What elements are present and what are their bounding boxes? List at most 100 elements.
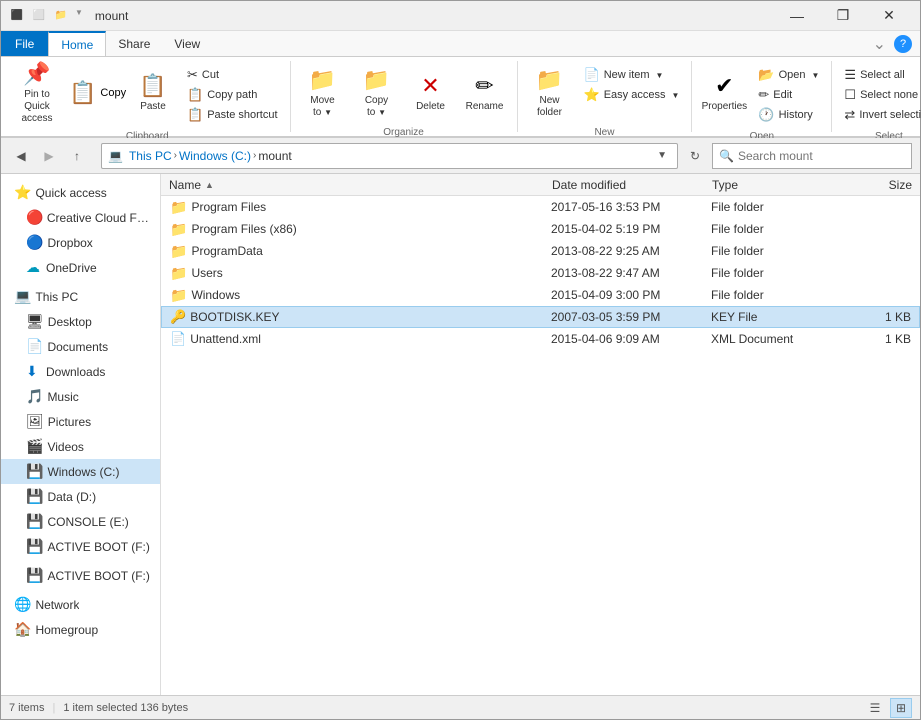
move-to-button[interactable]: 📁 Moveto ▼ xyxy=(297,65,349,121)
maximize-button[interactable]: ❐ xyxy=(820,1,866,31)
col-name[interactable]: Name ▲ xyxy=(169,178,552,192)
open-items: ✔ Properties 📂 Open ▼ ✏ Edit 🕐 xyxy=(698,61,825,129)
open-button[interactable]: 📂 Open ▼ xyxy=(752,65,825,85)
clipboard-items: 📌 Pin to Quickaccess 📋 Copy 📋 Paste xyxy=(11,61,284,129)
sidebar-item-documents[interactable]: 📄 Documents xyxy=(1,334,160,359)
select-none-button[interactable]: ☐ Select none xyxy=(838,85,921,105)
table-row[interactable]: 📁 Users 2013-08-22 9:47 AM File folder xyxy=(161,262,920,284)
sidebar-item-dropbox[interactable]: 🔵 Dropbox xyxy=(1,230,160,255)
history-button[interactable]: 🕐 History xyxy=(752,105,825,125)
copy-to-icon: 📁 xyxy=(363,67,390,93)
quick-access-icon: ⭐ xyxy=(14,184,31,201)
sidebar-item-data-d[interactable]: 💾 Data (D:) xyxy=(1,484,160,509)
sidebar-item-music[interactable]: 🎵 Music xyxy=(1,384,160,409)
address-dropdown-icon[interactable]: ▼ xyxy=(653,150,671,161)
cut-button[interactable]: ✂ Cut xyxy=(181,65,284,85)
sidebar-item-creative-cloud[interactable]: 🔴 Creative Cloud Files xyxy=(1,205,160,230)
folder-row-icon: 📁 xyxy=(170,287,187,304)
forward-button[interactable]: ▶ xyxy=(37,144,61,168)
sidebar-item-console-e[interactable]: 💾 CONSOLE (E:) xyxy=(1,509,160,534)
network-label: Network xyxy=(35,598,79,612)
edit-button[interactable]: ✏ Edit xyxy=(752,85,825,105)
file-size-cell: 1 KB xyxy=(831,332,911,346)
table-row[interactable]: 📄 Unattend.xml 2015-04-06 9:09 AM XML Do… xyxy=(161,328,920,350)
details-view-button[interactable]: ☰ xyxy=(864,698,886,718)
search-box[interactable]: 🔍 xyxy=(712,143,912,169)
rename-button[interactable]: ✏ Rename xyxy=(459,65,511,121)
up-button[interactable]: ↑ xyxy=(65,144,89,168)
table-row[interactable]: 📁 ProgramData 2013-08-22 9:25 AM File fo… xyxy=(161,240,920,262)
close-button[interactable]: ✕ xyxy=(866,1,912,31)
easy-access-button[interactable]: ⭐ Easy access ▼ xyxy=(578,85,686,105)
new-folder-button[interactable]: 📁 Newfolder xyxy=(524,65,576,121)
breadcrumb-windows-c[interactable]: Windows (C:) xyxy=(179,149,251,163)
ribbon-collapse-icon[interactable]: ⌄ xyxy=(873,34,886,54)
file-name: BOOTDISK.KEY xyxy=(190,310,279,324)
breadcrumb-this-pc[interactable]: This PC xyxy=(129,149,172,163)
delete-button[interactable]: ✕ Delete xyxy=(405,65,457,121)
invert-label: Invert selection xyxy=(859,109,921,121)
sidebar-item-quick-access[interactable]: ⭐ Quick access xyxy=(1,180,160,205)
sidebar-item-downloads[interactable]: ⬇ Downloads xyxy=(1,359,160,384)
restore-icon: ⬜ xyxy=(31,8,47,24)
file-name-cell: 📁 Program Files (x86) xyxy=(170,221,551,238)
file-name-cell: 🔑 BOOTDISK.KEY xyxy=(170,309,551,325)
sidebar-item-windows-c[interactable]: 💾 Windows (C:) xyxy=(1,459,160,484)
large-icons-view-button[interactable]: ⊞ xyxy=(890,698,912,718)
search-input[interactable] xyxy=(738,149,905,163)
file-type-cell: File folder xyxy=(711,266,831,280)
tab-share[interactable]: Share xyxy=(106,31,162,56)
new-item-dropdown-icon: ▼ xyxy=(656,71,664,80)
edit-label: Edit xyxy=(773,89,792,101)
new-item-label: New item xyxy=(604,69,650,81)
pin-to-quick-access-button[interactable]: 📌 Pin to Quickaccess xyxy=(11,65,63,121)
tab-home[interactable]: Home xyxy=(48,31,106,56)
sidebar-item-active-boot-f1[interactable]: 💾 ACTIVE BOOT (F:) xyxy=(1,534,160,559)
open-dropdown-icon: ▼ xyxy=(811,71,819,80)
rename-icon: ✏ xyxy=(475,73,493,99)
refresh-button[interactable]: ↻ xyxy=(682,143,708,169)
minimize-button[interactable]: — xyxy=(774,1,820,31)
select-all-button[interactable]: ☰ Select all xyxy=(838,65,921,85)
file-pane: Name ▲ Date modified Type Size 📁 Program… xyxy=(161,174,920,695)
help-icon[interactable]: ? xyxy=(894,35,912,53)
copy-to-button[interactable]: 📁 Copyto ▼ xyxy=(351,65,403,121)
col-type-label: Type xyxy=(712,178,738,192)
copy-button[interactable]: 📋 Copy xyxy=(65,65,125,121)
invert-selection-button[interactable]: ⇄ Invert selection xyxy=(838,105,921,125)
search-icon: 🔍 xyxy=(719,149,734,163)
tab-view[interactable]: View xyxy=(162,31,212,56)
sidebar-item-desktop[interactable]: 🖥 Desktop xyxy=(1,309,160,334)
sidebar-item-videos[interactable]: 🎬 Videos xyxy=(1,434,160,459)
table-row[interactable]: 📁 Program Files (x86) 2015-04-02 5:19 PM… xyxy=(161,218,920,240)
table-row[interactable]: 📁 Windows 2015-04-09 3:00 PM File folder xyxy=(161,284,920,306)
address-bar[interactable]: 💻 This PC › Windows (C:) › mount ▼ xyxy=(101,143,678,169)
cut-label: Cut xyxy=(202,69,219,81)
tab-file[interactable]: File xyxy=(1,31,48,56)
file-name: Program Files (x86) xyxy=(191,222,296,236)
sidebar-item-active-boot-f2[interactable]: 💾 ACTIVE BOOT (F:) xyxy=(1,563,160,588)
paste-button[interactable]: 📋 Paste xyxy=(127,65,179,121)
downloads-icon: ⬇ xyxy=(26,363,42,380)
copy-path-button[interactable]: 📋 Copy path xyxy=(181,85,284,105)
active-boot-f1-icon: 💾 xyxy=(26,538,43,555)
col-date[interactable]: Date modified xyxy=(552,178,712,192)
col-size[interactable]: Size xyxy=(832,178,912,192)
clipboard-small-btns: ✂ Cut 📋 Copy path 📋 Paste shortcut xyxy=(181,65,284,125)
table-row[interactable]: 🔑 BOOTDISK.KEY 2007-03-05 3:59 PM KEY Fi… xyxy=(161,306,920,328)
back-button[interactable]: ◀ xyxy=(9,144,33,168)
sidebar-item-onedrive[interactable]: ☁ OneDrive xyxy=(1,255,160,280)
properties-button[interactable]: ✔ Properties xyxy=(698,65,750,121)
table-row[interactable]: 📁 Program Files 2017-05-16 3:53 PM File … xyxy=(161,196,920,218)
new-item-button[interactable]: 📄 New item ▼ xyxy=(578,65,686,85)
copy-to-label: Copyto ▼ xyxy=(365,95,388,119)
sidebar-item-pictures[interactable]: 🖼 Pictures xyxy=(1,409,160,434)
dropbox-label: Dropbox xyxy=(47,236,92,250)
sidebar-item-homegroup[interactable]: 🏠 Homegroup xyxy=(1,617,160,642)
sidebar-item-this-pc[interactable]: 💻 This PC xyxy=(1,284,160,309)
sidebar-item-network[interactable]: 🌐 Network xyxy=(1,592,160,617)
col-type[interactable]: Type xyxy=(712,178,832,192)
file-date-cell: 2015-04-06 9:09 AM xyxy=(551,332,711,346)
group-select: ☰ Select all ☐ Select none ⇄ Invert sele… xyxy=(832,61,921,132)
paste-shortcut-button[interactable]: 📋 Paste shortcut xyxy=(181,105,284,125)
